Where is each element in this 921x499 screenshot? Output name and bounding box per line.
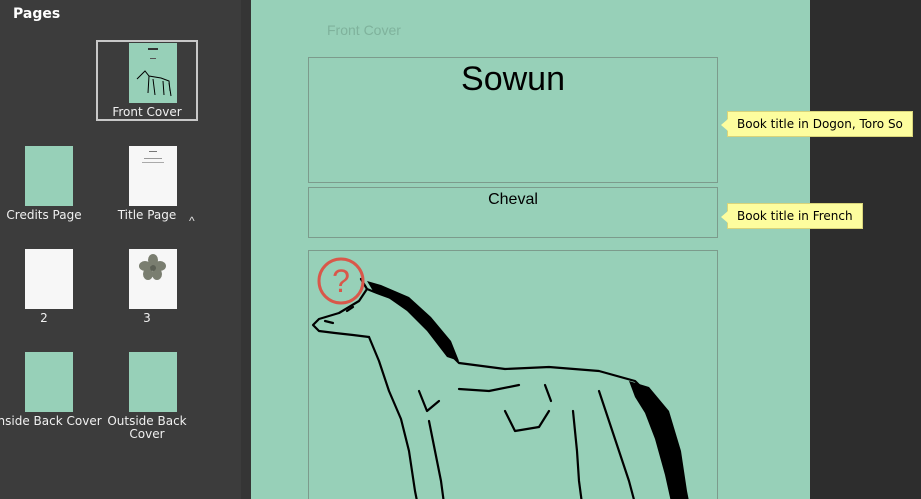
page-label-outside-back-cover: Outside Back Cover bbox=[107, 414, 187, 441]
tooltip-text: Book title in Dogon, Toro So bbox=[737, 117, 903, 131]
title-page-thumbnail bbox=[129, 146, 177, 206]
page-label-3: 3 bbox=[143, 311, 151, 325]
horse-mini-icon bbox=[136, 70, 172, 97]
page-thumbnail-credits[interactable]: Credits Page bbox=[0, 146, 100, 226]
page-thumbnail-inside-back-cover[interactable]: Inside Back Cover bbox=[0, 352, 102, 442]
title-vernacular-field[interactable]: Sowun bbox=[308, 57, 718, 183]
page-label-2: 2 bbox=[40, 311, 48, 325]
cover-image-container[interactable]: ? bbox=[308, 250, 718, 499]
title-vernacular-text: Sowun bbox=[461, 60, 565, 98]
page-thumbnail-3[interactable]: 3 bbox=[97, 249, 197, 329]
tooltip-title-national: Book title in French bbox=[721, 203, 863, 229]
svg-text:?: ? bbox=[332, 263, 350, 299]
page-thumbnail-front-cover[interactable]: Front Cover bbox=[97, 43, 197, 119]
title-national-field[interactable]: Cheval bbox=[308, 187, 718, 238]
outside-back-cover-thumbnail bbox=[129, 352, 177, 412]
page-label-front-cover: Front Cover bbox=[112, 105, 182, 119]
flower-icon bbox=[139, 254, 166, 280]
question-mark-icon: ? bbox=[317, 257, 365, 305]
collapse-caret-icon[interactable]: ^ bbox=[189, 214, 195, 228]
front-cover-thumbnail bbox=[129, 43, 177, 103]
tooltip-text: Book title in French bbox=[737, 209, 853, 223]
inside-back-cover-thumbnail bbox=[25, 352, 73, 412]
title-national-text: Cheval bbox=[488, 191, 538, 208]
tooltip-title-vernacular: Book title in Dogon, Toro So bbox=[721, 111, 913, 137]
page-editor: Front Cover Sowun Cheval ? bbox=[251, 0, 810, 499]
page-2-thumbnail bbox=[25, 249, 73, 309]
tooltip-arrow bbox=[721, 211, 728, 223]
right-margin bbox=[810, 0, 921, 499]
panel-splitter[interactable] bbox=[241, 0, 251, 499]
page-type-label: Front Cover bbox=[327, 22, 401, 38]
page-label-inside-back-cover: Inside Back Cover bbox=[0, 414, 102, 428]
page-label-title-page: Title Page bbox=[117, 208, 177, 222]
page-label-credits: Credits Page bbox=[6, 208, 82, 222]
tooltip-arrow bbox=[721, 119, 728, 131]
page-thumbnail-outside-back-cover[interactable]: Outside Back Cover bbox=[97, 352, 197, 447]
credits-page-thumbnail bbox=[25, 146, 73, 206]
page-3-thumbnail bbox=[129, 249, 177, 309]
horse-illustration bbox=[311, 277, 689, 499]
pages-panel: Pages Front Cover Credits Page Title Pag… bbox=[0, 0, 241, 499]
page-thumbnail-2[interactable]: 2 bbox=[0, 249, 100, 329]
page-thumbnail-title-page[interactable]: Title Page bbox=[97, 146, 197, 226]
pages-panel-title: Pages bbox=[13, 6, 61, 22]
